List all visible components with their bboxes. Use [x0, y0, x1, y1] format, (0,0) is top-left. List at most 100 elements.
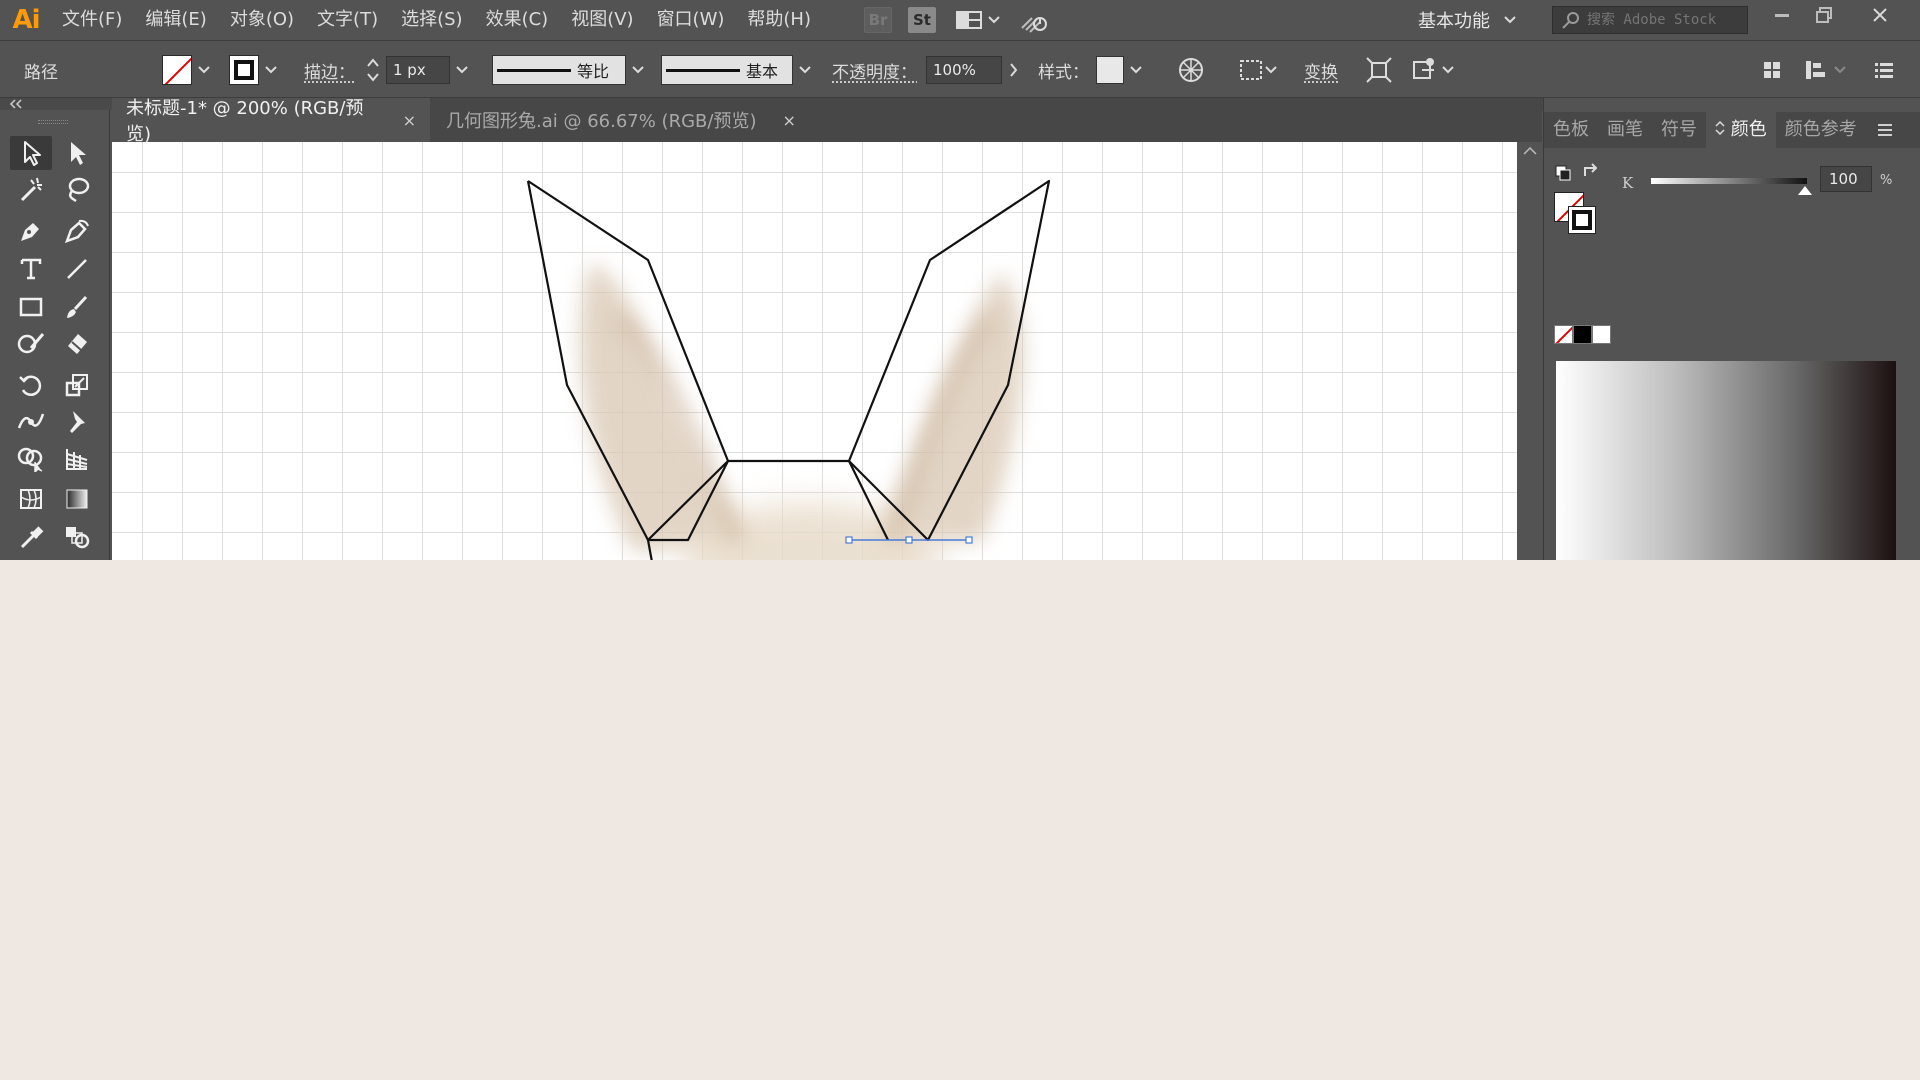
- stroke-color-box[interactable]: [1568, 206, 1596, 234]
- brush-definition[interactable]: 基本: [661, 41, 817, 99]
- direct-selection-tool[interactable]: [56, 136, 98, 170]
- brush-dropdown[interactable]: [793, 55, 817, 85]
- k-slider-thumb[interactable]: [1798, 186, 1812, 195]
- anchor-point[interactable]: [905, 536, 913, 544]
- menu-help[interactable]: 帮助(H): [737, 0, 821, 40]
- close-window-button[interactable]: [1860, 0, 1900, 30]
- minimize-button[interactable]: [1762, 0, 1802, 30]
- curvature-tool[interactable]: [56, 214, 98, 248]
- gpu-performance-button[interactable]: [1018, 6, 1050, 34]
- isolate-button[interactable]: [1366, 41, 1392, 99]
- transform-panel-link[interactable]: 变换: [1304, 58, 1338, 83]
- puppet-warp-button[interactable]: [1412, 41, 1456, 99]
- menu-object[interactable]: 对象(O): [220, 0, 304, 40]
- magic-wand-tool[interactable]: [10, 172, 52, 206]
- menu-view[interactable]: 视图(V): [561, 0, 643, 40]
- perspective-grid-tool[interactable]: [56, 442, 98, 476]
- eyedropper-tool[interactable]: [10, 520, 52, 554]
- stroke-weight-field[interactable]: 1 px: [386, 56, 450, 84]
- lasso-tool[interactable]: [56, 172, 98, 206]
- anchor-point[interactable]: [845, 536, 853, 544]
- paintbrush-tool[interactable]: [56, 290, 98, 324]
- tab-color-guide[interactable]: 颜色参考: [1776, 112, 1866, 148]
- none-swatch[interactable]: [1554, 325, 1573, 344]
- toolbox-grip[interactable]: [38, 120, 68, 124]
- workspace-switcher[interactable]: 基本功能: [1418, 0, 1516, 40]
- panel-menu-icon[interactable]: [1876, 123, 1894, 137]
- align-to-button[interactable]: [1238, 41, 1278, 99]
- stepper-icon[interactable]: [366, 56, 380, 84]
- stroke-swatch[interactable]: [229, 55, 259, 85]
- recolor-button[interactable]: [1178, 41, 1204, 99]
- eraser-tool[interactable]: [56, 326, 98, 360]
- type-tool[interactable]: [10, 252, 52, 286]
- shape-builder-tool[interactable]: [10, 442, 52, 476]
- restore-button[interactable]: [1804, 0, 1844, 30]
- menu-window[interactable]: 窗口(W): [647, 0, 735, 40]
- rabbit-reference-image[interactable]: [579, 262, 1024, 560]
- scroll-up-icon[interactable]: [1523, 146, 1537, 156]
- graphic-style-dropdown[interactable]: [1124, 55, 1148, 85]
- variable-width-profile[interactable]: 等比: [492, 41, 650, 99]
- opacity-field[interactable]: 100%: [926, 56, 1002, 84]
- menu-edit[interactable]: 编辑(E): [135, 0, 216, 40]
- opacity-panel-link[interactable]: 不透明度：: [832, 58, 917, 83]
- stock-button[interactable]: St: [908, 7, 936, 33]
- menu-select[interactable]: 选择(S): [391, 0, 472, 40]
- stroke-weight-control[interactable]: 1 px: [366, 41, 474, 99]
- fill-control[interactable]: [162, 41, 216, 99]
- control-menu-button[interactable]: [1874, 41, 1894, 99]
- color-spectrum[interactable]: [1556, 361, 1896, 560]
- selection-tool[interactable]: [10, 136, 52, 170]
- tab-brushes[interactable]: 画笔: [1598, 112, 1652, 148]
- default-colors-icon[interactable]: [1554, 164, 1572, 182]
- search-input[interactable]: [1587, 12, 1737, 28]
- mesh-tool[interactable]: [10, 482, 52, 516]
- white-swatch[interactable]: [1592, 325, 1611, 344]
- stroke-weight-dropdown[interactable]: [450, 55, 474, 85]
- anchor-point[interactable]: [965, 536, 973, 544]
- blend-tool[interactable]: [56, 520, 98, 554]
- close-tab-icon[interactable]: ×: [403, 111, 416, 130]
- vertical-scrollbar[interactable]: [1517, 142, 1542, 560]
- width-tool[interactable]: [10, 404, 52, 438]
- bridge-button[interactable]: Br: [864, 7, 892, 33]
- rotate-tool[interactable]: [10, 368, 52, 402]
- rectangle-tool[interactable]: [10, 290, 52, 324]
- distribute-button[interactable]: [1804, 41, 1846, 99]
- scale-tool[interactable]: [56, 368, 98, 402]
- stock-search[interactable]: [1552, 6, 1748, 34]
- gradient-tool[interactable]: [56, 482, 98, 516]
- black-swatch[interactable]: [1573, 325, 1592, 344]
- tab-untitled-1[interactable]: 未标题-1* @ 200% (RGB/预览) ×: [112, 98, 430, 145]
- profile-dropdown[interactable]: [626, 55, 650, 85]
- fill-dropdown[interactable]: [192, 55, 216, 85]
- shaper-tool[interactable]: [10, 326, 52, 360]
- pen-tool[interactable]: [10, 214, 52, 248]
- graphic-style-control[interactable]: [1096, 41, 1148, 99]
- panel-layout-button[interactable]: [1762, 41, 1782, 99]
- arrange-documents-button[interactable]: [956, 11, 1000, 29]
- artboard-canvas[interactable]: [112, 142, 1517, 560]
- fill-swatch[interactable]: [162, 55, 192, 85]
- tab-geometric-rabbit[interactable]: 几何图形兔.ai @ 66.67% (RGB/预览) ×: [432, 98, 812, 142]
- tab-symbols[interactable]: 符号: [1652, 112, 1706, 148]
- menu-file[interactable]: 文件(F): [52, 0, 132, 40]
- stroke-panel-link[interactable]: 描边：: [304, 58, 355, 83]
- collapse-left-icon[interactable]: [9, 99, 23, 109]
- graphic-style-swatch[interactable]: [1096, 56, 1124, 84]
- tab-swatches[interactable]: 色板: [1544, 112, 1598, 148]
- line-segment-tool[interactable]: [56, 252, 98, 286]
- menu-effect[interactable]: 效果(C): [476, 0, 559, 40]
- k-slider-track[interactable]: [1651, 178, 1807, 184]
- swap-colors-icon[interactable]: [1582, 162, 1600, 180]
- k-value-field[interactable]: 100: [1820, 166, 1872, 192]
- close-tab-icon[interactable]: ×: [782, 111, 795, 130]
- stroke-dropdown[interactable]: [259, 55, 283, 85]
- opacity-flyout[interactable]: [1002, 55, 1026, 85]
- tab-color[interactable]: 颜色: [1706, 112, 1776, 148]
- puppet-warp-tool[interactable]: [56, 404, 98, 438]
- menu-type[interactable]: 文字(T): [307, 0, 388, 40]
- opacity-control[interactable]: 100%: [926, 41, 1026, 99]
- stroke-control[interactable]: [229, 41, 283, 99]
